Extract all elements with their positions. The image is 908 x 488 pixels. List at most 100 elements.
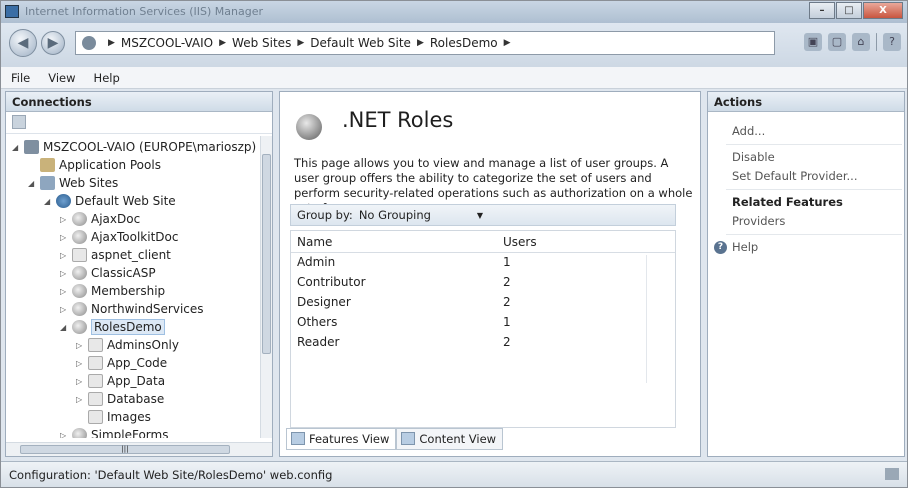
breadcrumb-rolesdemo[interactable]: RolesDemo: [430, 36, 498, 50]
connections-tree: ◢ MSZCOOL-VAIO (EUROPE\marioszp) Applicati…: [6, 136, 262, 438]
tree-node[interactable]: ◢ MSZCOOL-VAIO (EUROPE\marioszp): [12, 138, 256, 156]
tree-node[interactable]: ▷ aspnet_client: [60, 246, 171, 264]
application-icon: [72, 284, 87, 298]
expanded-arrow-icon[interactable]: ◢: [28, 179, 38, 188]
tree-node[interactable]: ▷ App_Code: [76, 354, 167, 372]
tree-node-label: NorthwindServices: [91, 302, 204, 316]
address-bar[interactable]: ▶ MSZCOOL-VAIO ▶ Web Sites ▶ Default Web…: [75, 31, 775, 55]
window-controls: – □ X: [808, 2, 903, 20]
tree-node[interactable]: ▷ Membership: [60, 282, 165, 300]
table-row[interactable]: Contributor 2: [291, 273, 675, 293]
table-row[interactable]: Designer 2: [291, 293, 675, 313]
collapsed-arrow-icon[interactable]: ▷: [60, 431, 70, 439]
minimize-button[interactable]: –: [809, 2, 835, 19]
toolbar-icons: ▣ ▢ ⌂ ?: [798, 33, 901, 51]
content-view-tab[interactable]: Content View: [396, 428, 504, 450]
features-view-tab[interactable]: Features View: [286, 428, 397, 450]
breadcrumb-separator-icon: ▶: [503, 38, 511, 48]
tree-node[interactable]: Application Pools: [28, 156, 161, 174]
folder-icon: [88, 374, 103, 388]
actions-title: Actions: [708, 92, 904, 112]
scroll-thumb[interactable]: [262, 154, 271, 354]
collapsed-arrow-icon[interactable]: ▷: [60, 287, 70, 296]
connections-title: Connections: [6, 92, 272, 112]
scroll-thumb[interactable]: |||: [20, 445, 230, 454]
divider: [726, 189, 902, 190]
expanded-arrow-icon[interactable]: ◢: [44, 197, 54, 206]
application-icon: [82, 36, 96, 50]
maximize-button[interactable]: □: [836, 2, 862, 19]
set-default-provider-action[interactable]: Set Default Provider...: [732, 169, 857, 183]
content-view-icon: [401, 432, 416, 445]
tree-node[interactable]: ▷ SimpleForms: [60, 426, 168, 438]
connections-toolbar: [6, 112, 272, 134]
tree-node-label: Images: [107, 410, 151, 424]
tree-node-label: App_Data: [107, 374, 166, 388]
tree-node[interactable]: ◢ Web Sites: [28, 174, 118, 192]
tree-node[interactable]: ◢ Default Web Site: [44, 192, 176, 210]
help-icon[interactable]: ?: [883, 33, 901, 51]
collapsed-arrow-icon[interactable]: ▷: [60, 215, 70, 224]
column-divider: [646, 255, 647, 383]
menu-view[interactable]: View: [48, 71, 75, 85]
tree-vertical-scrollbar[interactable]: [260, 136, 272, 438]
status-bar: Configuration: 'Default Web Site/RolesDe…: [1, 461, 907, 487]
tree-node-label: RolesDemo: [91, 319, 165, 335]
dropdown-arrow-icon[interactable]: ▼: [477, 211, 483, 220]
tree-node-label: AjaxToolkitDoc: [91, 230, 179, 244]
tree-node-label: aspnet_client: [91, 248, 171, 262]
tree-node[interactable]: ▷ ClassicASP: [60, 264, 156, 282]
collapsed-arrow-icon[interactable]: ▷: [60, 251, 70, 260]
column-header-name[interactable]: Name: [291, 231, 497, 252]
breadcrumb-default-web-site[interactable]: Default Web Site: [310, 36, 411, 50]
breadcrumb-server[interactable]: MSZCOOL-VAIO: [121, 36, 213, 50]
tree-node[interactable]: ▷ AdminsOnly: [76, 336, 179, 354]
collapsed-arrow-icon[interactable]: ▷: [60, 269, 70, 278]
tree-horizontal-scrollbar[interactable]: |||: [6, 442, 272, 456]
table-row[interactable]: Admin 1: [291, 253, 675, 273]
tree-node[interactable]: ▷ NorthwindServices: [60, 300, 204, 318]
collapsed-arrow-icon[interactable]: ▷: [76, 395, 86, 404]
home-icon[interactable]: ⌂: [852, 33, 870, 51]
providers-link[interactable]: Providers: [732, 214, 785, 228]
tree-node[interactable]: ▷ AjaxToolkitDoc: [60, 228, 178, 246]
tree-node[interactable]: ▷ AjaxDoc: [60, 210, 140, 228]
group-by-dropdown[interactable]: No Grouping: [359, 208, 477, 222]
tree-node-label: AjaxDoc: [91, 212, 141, 226]
expanded-arrow-icon[interactable]: ◢: [60, 323, 70, 332]
role-name: Admin: [297, 255, 336, 269]
expanded-arrow-icon[interactable]: ◢: [12, 143, 22, 152]
menu-help[interactable]: Help: [94, 71, 120, 85]
breadcrumb-web-sites[interactable]: Web Sites: [232, 36, 291, 50]
create-connection-icon[interactable]: [12, 115, 26, 129]
status-text: Configuration: 'Default Web Site/RolesDe…: [9, 468, 333, 482]
close-button[interactable]: X: [863, 2, 903, 19]
column-header-users[interactable]: Users: [497, 231, 637, 252]
collapsed-arrow-icon[interactable]: ▷: [76, 377, 86, 386]
collapsed-arrow-icon[interactable]: ▷: [76, 341, 86, 350]
connect-icon[interactable]: ▣: [804, 33, 822, 51]
add-action[interactable]: Add...: [732, 124, 765, 138]
collapsed-arrow-icon[interactable]: ▷: [60, 233, 70, 242]
application-icon: [72, 230, 87, 244]
tree-node[interactable]: ▷ App_Data: [76, 372, 165, 390]
folder-icon: [88, 338, 103, 352]
table-row[interactable]: Reader 2: [291, 333, 675, 353]
back-button[interactable]: ◀: [9, 29, 37, 57]
role-users-count: 2: [503, 335, 511, 349]
connections-panel: Connections ◢ MSZCOOL-VAIO (EUROPE\marios…: [5, 91, 273, 457]
tree-node-label: Web Sites: [59, 176, 119, 190]
forward-button[interactable]: ▶: [41, 31, 65, 55]
menu-file[interactable]: File: [11, 71, 30, 85]
stop-icon[interactable]: ▢: [828, 33, 846, 51]
collapsed-arrow-icon[interactable]: ▷: [60, 305, 70, 314]
table-row[interactable]: Others 1: [291, 313, 675, 333]
tree-node[interactable]: ▷ Database: [76, 390, 164, 408]
tree-node[interactable]: Images: [76, 408, 151, 426]
features-view-label: Features View: [309, 432, 390, 446]
disable-action[interactable]: Disable: [732, 150, 775, 164]
help-link[interactable]: Help: [732, 240, 758, 254]
tree-node[interactable]: ◢ RolesDemo: [60, 318, 165, 336]
web-sites-icon: [40, 176, 55, 190]
collapsed-arrow-icon[interactable]: ▷: [76, 359, 86, 368]
